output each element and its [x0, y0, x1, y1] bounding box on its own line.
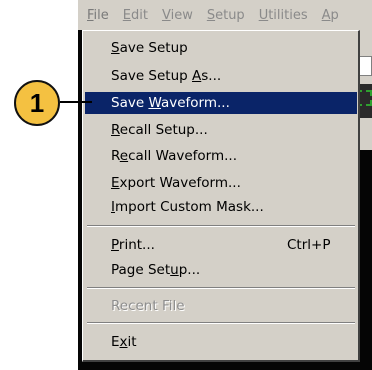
menu-file[interactable]: File — [78, 8, 116, 23]
app-background-bottom — [82, 362, 360, 370]
print-shortcut: Ctrl+P — [287, 237, 331, 253]
menu-item-export-waveform[interactable]: Export Waveform... — [85, 172, 357, 194]
menu-edit[interactable]: Edit — [116, 8, 155, 23]
menu-setup[interactable]: Setup — [200, 8, 252, 23]
menu-view[interactable]: View — [155, 8, 200, 23]
callout-marker: 1 — [14, 80, 60, 126]
callout-leader-line — [60, 101, 92, 103]
menu-bar: File Edit View Setup Utilities Ap — [78, 0, 372, 30]
menu-item-save-setup-as[interactable]: Save Setup As... — [85, 65, 357, 87]
menu-item-print[interactable]: Print... Ctrl+P — [85, 234, 357, 256]
menu-separator — [87, 287, 355, 289]
menu-utilities[interactable]: Utilities — [252, 8, 315, 23]
menu-item-exit[interactable]: Exit — [85, 331, 357, 353]
menu-item-recent-file: Recent File — [111, 298, 185, 314]
menu-app[interactable]: Ap — [315, 8, 346, 23]
menu-item-save-waveform[interactable]: Save Waveform... — [85, 92, 357, 114]
menu-item-recall-setup[interactable]: Recall Setup... — [85, 119, 357, 141]
callout-number: 1 — [29, 87, 45, 118]
menu-item-page-setup[interactable]: Page Setup... — [85, 259, 357, 281]
file-menu-dropdown: Save Setup Save Setup As... Save Wavefor… — [82, 30, 360, 362]
menu-item-recall-waveform[interactable]: Recall Waveform... — [85, 145, 357, 167]
menu-separator — [87, 322, 355, 324]
menu-item-import-custom-mask[interactable]: Import Custom Mask... — [85, 196, 357, 218]
menu-item-save-setup[interactable]: Save Setup — [85, 37, 357, 59]
menu-separator — [87, 225, 355, 227]
